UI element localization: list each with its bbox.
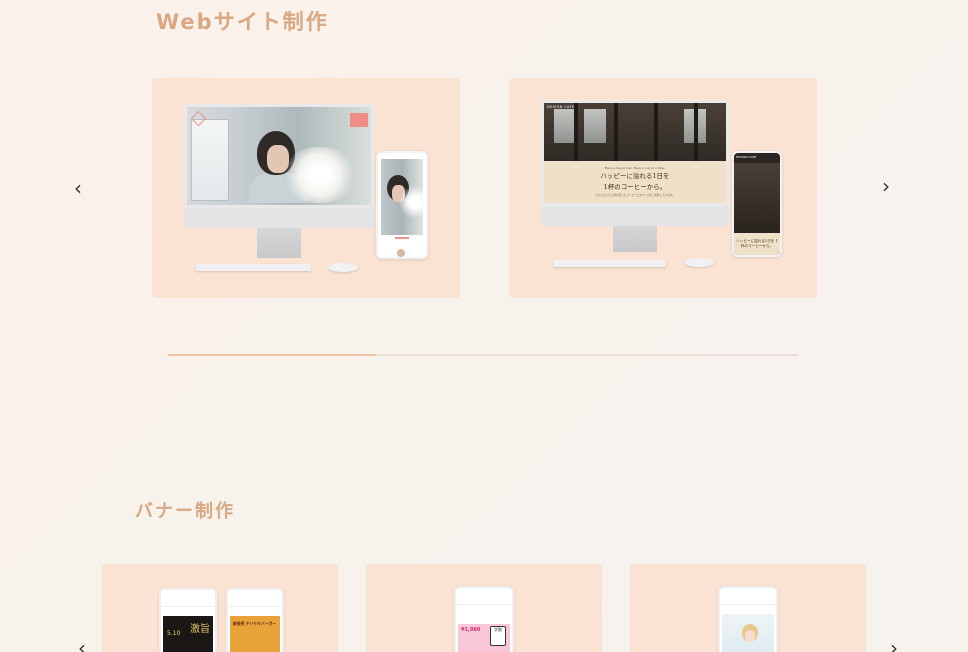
banner-work-card-beauty[interactable] <box>630 564 866 652</box>
cafe-logo: DESIGN CAFE <box>547 105 575 109</box>
banner-phone-mockup <box>718 586 778 652</box>
banner-phone-mockup: 5.10 激旨 <box>159 588 217 652</box>
phone-cafe-logo: DESIGN CAFE <box>736 155 757 159</box>
keyboard-image <box>196 264 311 271</box>
banner-date: 5.10 <box>167 630 181 637</box>
keyboard-image <box>553 260 666 267</box>
site-reserve-button <box>350 113 368 127</box>
cafe-subline: Have a happy day. Have a cup of coffee. <box>604 166 666 170</box>
desktop-mockup <box>184 104 374 274</box>
desktop-mockup: DESIGN CAFE Have a happy day. Have a cup… <box>541 100 729 270</box>
web-carousel-progress-fill <box>168 354 376 356</box>
banner-section-title: バナー制作 <box>135 501 235 522</box>
banner-burger-label: 新発売 テリヤキバーガー <box>233 621 277 626</box>
web-work-card-cafe[interactable]: DESIGN CAFE Have a happy day. Have a cup… <box>509 78 817 298</box>
web-section-title: Webサイト制作 <box>156 10 329 34</box>
banner-price-label: 学割 <box>490 626 506 646</box>
banner-carousel-prev-button[interactable]: ‹ <box>78 638 86 652</box>
banner-phone-mockup: 新発売 テリヤキバーガー <box>226 588 284 652</box>
desktop-screen <box>184 104 374 208</box>
cafe-tagline: ひとりひとりに寄り添ったコーヒーとスペースをご提供しています。 <box>595 194 675 197</box>
web-carousel-progress <box>168 354 798 356</box>
banner-work-card-price[interactable]: ¥1,980 学割 <box>366 564 602 652</box>
web-carousel-prev-button[interactable]: ‹ <box>74 178 82 198</box>
banner-price: ¥1,980 <box>461 627 481 633</box>
phone-mockup: DESIGN CAFE ハッピーに溢れる1日を 1杯のコーヒーから。 <box>732 151 782 257</box>
cafe-copy-line2: 1杯のコーヒーから。 <box>603 183 667 191</box>
phone-cafe-copy: ハッピーに溢れる1日を 1杯のコーヒーから。 <box>736 239 778 248</box>
web-work-card-hair-salon[interactable] <box>152 78 460 298</box>
desktop-screen: DESIGN CAFE Have a happy day. Have a cup… <box>541 100 729 206</box>
banner-kanji: 激旨 <box>190 624 210 635</box>
page: Webサイト制作 ‹ › DESIGN CAFE Have a happy da… <box>0 0 968 652</box>
web-carousel-next-button[interactable]: › <box>882 176 890 196</box>
cafe-copy-line1: ハッピーに溢れる1日を <box>600 172 670 180</box>
banner-carousel-next-button[interactable]: › <box>890 638 898 652</box>
mouse-image <box>684 258 714 267</box>
banner-work-card-burger[interactable]: 5.10 激旨 新発売 テリヤキバーガー <box>102 564 338 652</box>
mouse-image <box>328 263 358 272</box>
banner-phone-mockup: ¥1,980 学割 <box>454 586 514 652</box>
phone-mockup <box>376 151 428 259</box>
